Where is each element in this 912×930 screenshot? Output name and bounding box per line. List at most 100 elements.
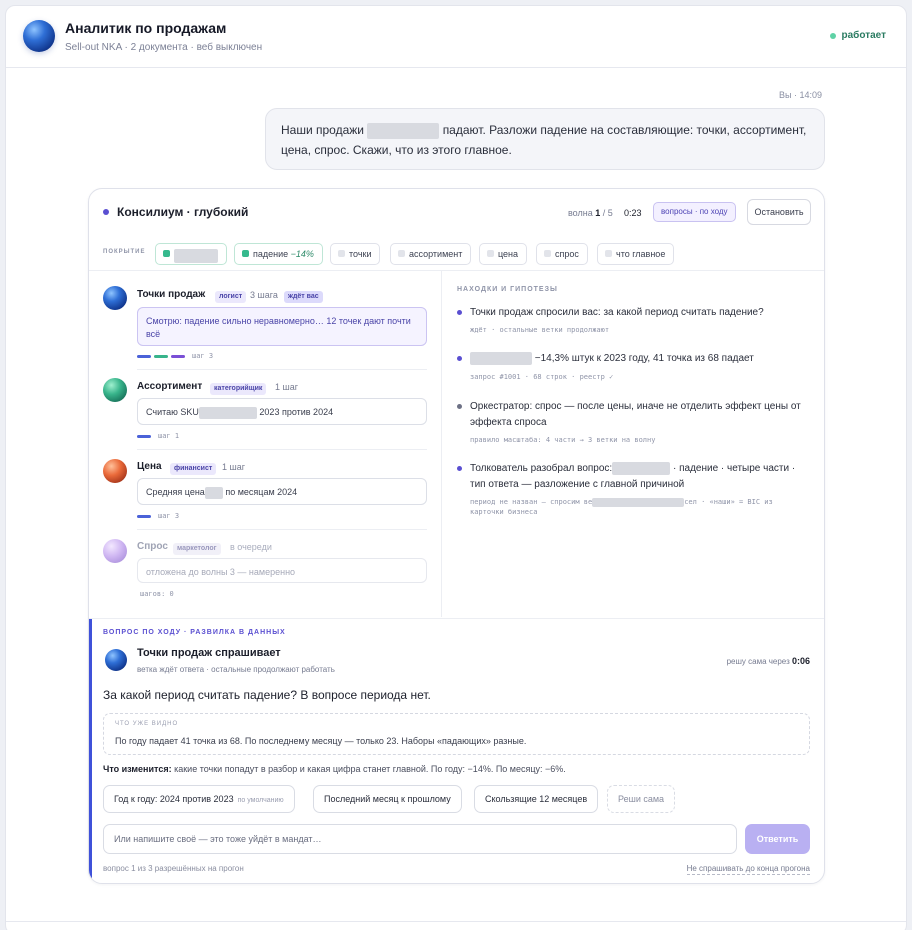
council-header: Консилиум · глубокий волна 1 / 5 0:23 во… <box>89 189 824 235</box>
agent-name: Цена <box>137 461 162 472</box>
finding-meta: период не назван — спросим ве сел · «наши… <box>470 497 773 516</box>
option-last-month[interactable]: Последний месяц к прошлому <box>313 785 462 813</box>
already-seen-label: ЧТО УЖЕ ВИДНО <box>115 721 179 727</box>
custom-answer-input[interactable]: Или напишите своё — это тоже уйдёт в ман… <box>103 824 737 854</box>
page-title: Аналитик по продажам <box>65 20 227 36</box>
agent-progress <box>137 435 151 438</box>
chip-status-icon <box>398 250 405 257</box>
answer-button[interactable]: Ответить <box>745 824 810 854</box>
redacted-block <box>592 497 685 507</box>
coverage-chip-redacted[interactable] <box>155 243 227 265</box>
coverage-chip-main[interactable]: что главное <box>597 243 675 265</box>
status-badge: работает <box>829 30 887 41</box>
do-not-ask-link[interactable]: Не спрашивать до конца прогона <box>686 864 810 875</box>
divider <box>137 529 427 530</box>
progress-bar <box>137 515 151 518</box>
findings-title: НАХОДКИ И ГИПОТЕЗЫ <box>457 286 558 293</box>
question-progress-bar <box>92 883 262 884</box>
question-asker-sub: ветка ждёт ответа · остальные продолжают… <box>137 665 335 674</box>
coverage-chip-price[interactable]: цена <box>479 243 528 265</box>
question-asker: Точки продаж спрашивает <box>137 647 281 659</box>
divider <box>6 921 906 922</box>
status-label: работает <box>841 30 887 41</box>
agent-step-note: шаг 1 <box>158 432 180 440</box>
agent-progress <box>137 515 151 518</box>
agent-avatar <box>23 20 55 52</box>
user-message-text-start: Наши продажи <box>281 123 364 137</box>
agent-status-quote: Смотрю: падение сильно неравномерно… 12 … <box>137 307 427 346</box>
question-accent-bar <box>89 619 92 883</box>
app-window: Аналитик по продажам Sell-out NKA · 2 до… <box>5 5 907 930</box>
agent-status-quote: Считаю SKU 2023 против 2024 <box>137 398 427 425</box>
agent-waiting-badge: ждёт вас <box>284 291 323 303</box>
user-message: Наши продажи падают. Разложи падение на … <box>265 108 825 170</box>
coverage-chip-decline[interactable]: падение −14% <box>234 243 323 265</box>
agent-steps: в очереди <box>230 542 272 552</box>
status-dot-icon <box>829 32 836 39</box>
agent-name: Спрос <box>137 541 168 552</box>
council-timer: 0:23 <box>624 208 642 218</box>
message-meta: Вы · 14:09 <box>779 90 822 100</box>
coverage-chip-demand[interactable]: спрос <box>536 243 588 265</box>
coverage-chip-points[interactable]: точки <box>330 243 381 265</box>
agent-steps: 1 шаг <box>275 382 299 392</box>
agent-step-note: шагов: 0 <box>140 590 174 598</box>
agent-step-note: шаг 3 <box>192 352 214 360</box>
divider <box>137 449 427 450</box>
redacted-block <box>612 461 671 475</box>
auto-decide-timer: решу сама через 0:06 <box>726 656 810 666</box>
chip-status-icon <box>163 250 170 257</box>
question-text: За какой период считать падение? В вопро… <box>103 688 431 702</box>
agent-name: Ассортимент <box>137 381 203 392</box>
already-seen-text: По году падает 41 точка из 68. По послед… <box>115 736 527 746</box>
agent-avatar <box>103 539 127 563</box>
mode-toggle[interactable]: вопросы · по ходу <box>653 202 736 222</box>
finding-dot-icon <box>457 466 462 471</box>
redacted-block <box>174 249 218 264</box>
option-decide-yourself[interactable]: Реши сама <box>607 785 676 813</box>
finding-meta: запрос #1001 · 68 строк · реестр ✓ <box>470 373 614 381</box>
agent-avatar <box>103 286 127 310</box>
what-changes: Что изменится: какие точки попадут в раз… <box>103 764 566 774</box>
wave-counter: волна 1 / 5 <box>568 208 613 218</box>
stop-button[interactable]: Остановить <box>747 199 811 225</box>
agent-name: Точки продаж <box>137 289 206 300</box>
finding-dot-icon <box>457 356 462 361</box>
question-count: вопрос 1 из 3 разрешённых на прогон <box>103 864 244 873</box>
redacted-block <box>367 122 440 139</box>
coverage-bar: ПОКРЫТИЕ падение −14% точки ассортимент … <box>89 235 824 271</box>
progress-bar <box>137 355 151 358</box>
agent-steps: 1 шаг <box>222 462 246 472</box>
agent-avatar <box>103 378 127 402</box>
already-seen-box: ЧТО УЖЕ ВИДНО По году падает 41 точка из… <box>103 713 810 755</box>
progress-bar <box>171 355 185 358</box>
inline-question: ВОПРОС ПО ХОДУ · РАЗВИЛКА В ДАННЫХ Точки… <box>89 618 824 884</box>
council-title: Консилиум · глубокий <box>117 205 249 219</box>
finding-dot-icon <box>457 310 462 315</box>
agent-steps: 3 шага <box>250 290 278 300</box>
council-card: Консилиум · глубокий волна 1 / 5 0:23 во… <box>88 188 825 884</box>
redacted-block <box>204 486 223 499</box>
finding-meta: правило масштаба: 4 части → 3 ветки на в… <box>470 436 656 444</box>
finding-text: −14,3% штук к 2023 году, 41 точка из 68 … <box>470 351 810 367</box>
finding-text: Толкователь разобрал вопрос: · падение ·… <box>470 461 796 490</box>
agent-step-note: шаг 3 <box>158 512 180 520</box>
option-year-over-year[interactable]: Год к году: 2024 против 2023 по умолчанию <box>103 785 295 813</box>
agent-role-tag: финансист <box>170 463 217 475</box>
agent-role-tag: категорийщик <box>210 383 267 395</box>
page-subtitle: Sell-out NKA · 2 документа · веб выключе… <box>65 42 263 53</box>
option-rolling-12[interactable]: Скользящие 12 месяцев <box>474 785 599 813</box>
agents-column: Точки продаж логист 3 шага ждёт вас Смот… <box>89 271 442 617</box>
finding-dot-icon <box>457 404 462 409</box>
agent-avatar <box>103 459 127 483</box>
redacted-block <box>470 351 532 365</box>
chip-status-icon <box>544 250 551 257</box>
question-label: ВОПРОС ПО ХОДУ · РАЗВИЛКА В ДАННЫХ <box>103 629 286 636</box>
progress-bar <box>137 435 151 438</box>
divider <box>137 369 427 370</box>
agent-role-tag: логист <box>215 291 247 303</box>
finding-text: Оркестратор: спрос — после цены, иначе н… <box>470 401 801 428</box>
agent-avatar <box>105 649 127 671</box>
coverage-chip-assortment[interactable]: ассортимент <box>390 243 472 265</box>
finding-text: Точки продаж спросили вас: за какой пери… <box>470 307 764 318</box>
